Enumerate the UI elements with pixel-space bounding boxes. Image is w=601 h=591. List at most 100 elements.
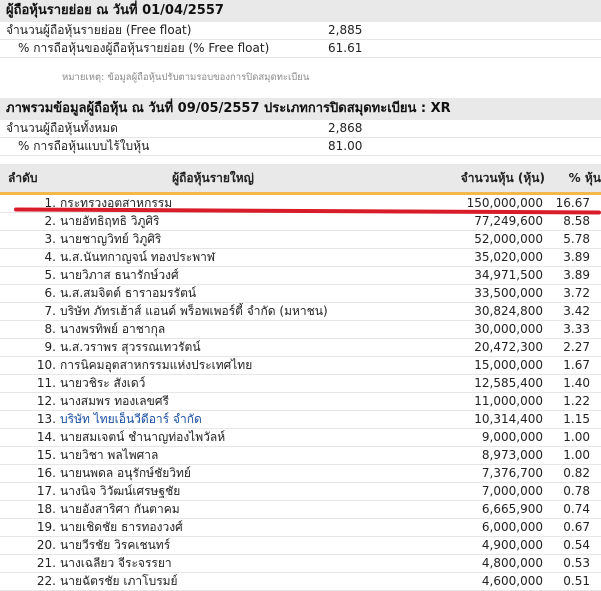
pct-cell: 3.72 — [563, 286, 590, 300]
rank-cell: 16. — [36, 466, 56, 480]
table-row: 15. นายวิชา พลไพศาล 8,973,000 1.00 — [0, 447, 601, 465]
shares-cell: 52,000,000 — [474, 232, 543, 246]
table-row: 11. นายวชิระ สังเดว์ 12,585,400 1.40 — [0, 375, 601, 393]
holder-name-cell: นายวิภาส ธนารักษ์วงศ์ — [60, 268, 179, 282]
table-row: 5. นายวิภาส ธนารักษ์วงศ์ 34,971,500 3.89 — [0, 267, 601, 285]
table-row: 19. นายเชิดชัย ธารทองวงศ์ 6,000,000 0.67 — [0, 519, 601, 537]
pct-cell: 0.82 — [563, 466, 590, 480]
rank-cell: 7. — [44, 304, 56, 318]
shares-cell: 20,472,300 — [474, 340, 543, 354]
header-name: ผู้ถือหุ้นรายใหญ่ — [172, 171, 254, 185]
rank-cell: 20. — [36, 538, 56, 552]
major-holders-header: ลำดับ ผู้ถือหุ้นรายใหญ่ จำนวนหุ้น (หุ้น)… — [0, 164, 601, 195]
pct-cell: 1.00 — [563, 448, 590, 462]
retail-section: ผู้ถือหุ้นรายย่อย ณ วันที่ 01/04/2557 จำ… — [0, 0, 601, 86]
table-row: 22. นายฉัตรชัย เภาโบรมย์ 4,600,000 0.51 — [0, 573, 601, 591]
table-row: 6. น.ส.สมจิตต์ ธาราอมรรัตน์ 33,500,000 3.72 — [0, 285, 601, 303]
shares-cell: 4,800,000 — [481, 556, 543, 570]
rank-cell: 4. — [44, 250, 56, 264]
shares-cell: 77,249,600 — [474, 214, 543, 228]
table-row: 9. น.ส.วราพร สุวรรณเทวรัตน์ 20,472,300 2.27 — [0, 339, 601, 357]
shares-cell: 7,000,000 — [481, 484, 543, 498]
rank-cell: 12. — [36, 394, 56, 408]
holder-name-cell: น.ส.นันทกาญจน์ ทองประพาฬ — [60, 250, 216, 264]
table-row: 7. บริษัท ภัทรเฮ้าส์ แอนด์ พร็อพเพอร์ตี้ … — [0, 303, 601, 321]
pct-cell: 1.15 — [563, 412, 590, 426]
table-row[interactable]: 13. บริษัท ไทยเอ็นวีดีอาร์ จำกัด 10,314,40… — [0, 411, 601, 429]
rank-cell: 2. — [44, 214, 56, 228]
table-row: 2. นายอัทธิฤทธิ วิภูศิริ 77,249,600 8.58 — [0, 213, 601, 231]
table-row: 18. นายอังสาริศา กันตาคม 6,665,900 0.74 — [0, 501, 601, 519]
rank-cell: 6. — [44, 286, 56, 300]
scripless-pct-label: % การถือหุ้นแบบไร้ใบหุ้น — [18, 139, 150, 153]
shares-cell: 12,585,400 — [474, 376, 543, 390]
pct-cell: 3.89 — [563, 250, 590, 264]
rank-cell: 3. — [44, 232, 56, 246]
header-rank: ลำดับ — [8, 171, 38, 185]
shares-cell: 34,971,500 — [474, 268, 543, 282]
major-holders-table: 1. กระทรวงอุตสาหกรรม 150,000,000 16.67 2. นาย… — [0, 195, 601, 591]
table-row: 21. นางเฉลียว จีระจรรยา 4,800,000 0.53 — [0, 555, 601, 573]
pct-cell: 8.58 — [563, 214, 590, 228]
holder-name-cell: นายอัทธิฤทธิ วิภูศิริ — [60, 214, 160, 228]
holder-name-cell: นายเชิดชัย ธารทองวงศ์ — [60, 520, 183, 534]
shares-cell: 10,314,400 — [474, 412, 543, 426]
free-float-count-label: จำนวนผู้ถือหุ้นรายย่อย (Free float) — [6, 23, 192, 37]
header-shares: จำนวนหุ้น (หุ้น) — [460, 171, 545, 185]
table-row: 10. การนิคมอุตสาหกรรมแห่งประเทศไทย 15,000,… — [0, 357, 601, 375]
rank-cell: 10. — [36, 358, 56, 372]
shares-cell: 4,900,000 — [481, 538, 543, 552]
total-holders-row: จำนวนผู้ถือหุ้นทั้งหมด 2,868 — [0, 120, 601, 138]
pct-cell: 1.40 — [563, 376, 590, 390]
free-float-pct-row: % การถือหุ้นของผู้ถือหุ้นรายย่อย (% Free… — [0, 40, 601, 58]
holder-name-cell: นายชาญวิทย์ วิภูศิริ — [60, 232, 162, 246]
holder-name-cell: นายวชิระ สังเดว์ — [60, 376, 146, 390]
holder-name-cell: น.ส.สมจิตต์ ธาราอมรรัตน์ — [60, 286, 197, 300]
holder-name-cell: นายวีรชัย วิรคเชนทร์ — [60, 538, 171, 552]
table-row: 8. นางพรทิพย์ อาชากุล 30,000,000 3.33 — [0, 321, 601, 339]
pct-cell: 0.51 — [563, 574, 590, 588]
shares-cell: 30,824,800 — [474, 304, 543, 318]
total-holders-label: จำนวนผู้ถือหุ้นทั้งหมด — [6, 121, 118, 135]
rank-cell: 18. — [36, 502, 56, 516]
pct-cell: 1.67 — [563, 358, 590, 372]
shares-cell: 6,000,000 — [481, 520, 543, 534]
table-row: 20. นายวีรชัย วิรคเชนทร์ 4,900,000 0.54 — [0, 537, 601, 555]
pct-cell: 0.53 — [563, 556, 590, 570]
shares-cell: 11,000,000 — [474, 394, 543, 408]
pct-cell: 0.67 — [563, 520, 590, 534]
pct-cell: 1.22 — [563, 394, 590, 408]
pct-cell: 0.54 — [563, 538, 590, 552]
retail-title: ผู้ถือหุ้นรายย่อย ณ วันที่ 01/04/2557 — [0, 0, 601, 22]
pct-cell: 3.42 — [563, 304, 590, 318]
shares-cell: 33,500,000 — [474, 286, 543, 300]
shares-cell: 8,973,000 — [481, 448, 543, 462]
shares-cell: 4,600,000 — [481, 574, 543, 588]
holder-name-cell[interactable]: บริษัท ไทยเอ็นวีดีอาร์ จำกัด — [60, 411, 390, 428]
table-row: 12. นางสมพร ทองเลขศรี 11,000,000 1.22 — [0, 393, 601, 411]
shares-cell: 15,000,000 — [474, 358, 543, 372]
shares-cell: 35,020,000 — [474, 250, 543, 264]
holder-name-cell: นางสมพร ทองเลขศรี — [60, 394, 169, 408]
shares-cell: 7,376,700 — [481, 466, 543, 480]
header-pct: % หุ้น — [568, 171, 601, 185]
rank-cell: 14. — [36, 430, 56, 444]
rank-cell: 15. — [36, 448, 56, 462]
shares-cell: 9,000,000 — [481, 430, 543, 444]
rank-cell: 11. — [36, 376, 56, 390]
free-float-pct-value: 61.61 — [328, 41, 363, 55]
overview-title: ภาพรวมข้อมูลผู้ถือหุ้น ณ วันที่ 09/05/25… — [0, 98, 601, 120]
table-row: 14. นายสมเจตน์ ชำนาญท่องไพวัลห์ 9,000,000 1… — [0, 429, 601, 447]
table-row: 17. นางนิจ วิวัฒน์เศรษฐชัย 7,000,000 0.78 — [0, 483, 601, 501]
pct-cell: 0.74 — [563, 502, 590, 516]
holder-name-cell: นายสมเจตน์ ชำนาญท่องไพวัลห์ — [60, 430, 226, 444]
holder-name-cell: นายนพดล อนุรักษ์ชัยวิทย์ — [60, 466, 191, 480]
rank-cell: 17. — [36, 484, 56, 498]
table-row: 16. นายนพดล อนุรักษ์ชัยวิทย์ 7,376,700 0.82 — [0, 465, 601, 483]
scripless-pct-value: 81.00 — [328, 139, 363, 153]
rank-cell: 9. — [44, 340, 56, 354]
rank-cell: 8. — [44, 322, 56, 336]
rank-cell: 5. — [44, 268, 56, 282]
retail-note: หมายเหตุ: ข้อมูลผู้ถือหุ้นปรับตามรอบของก… — [62, 72, 310, 83]
rank-cell: 19. — [36, 520, 56, 534]
